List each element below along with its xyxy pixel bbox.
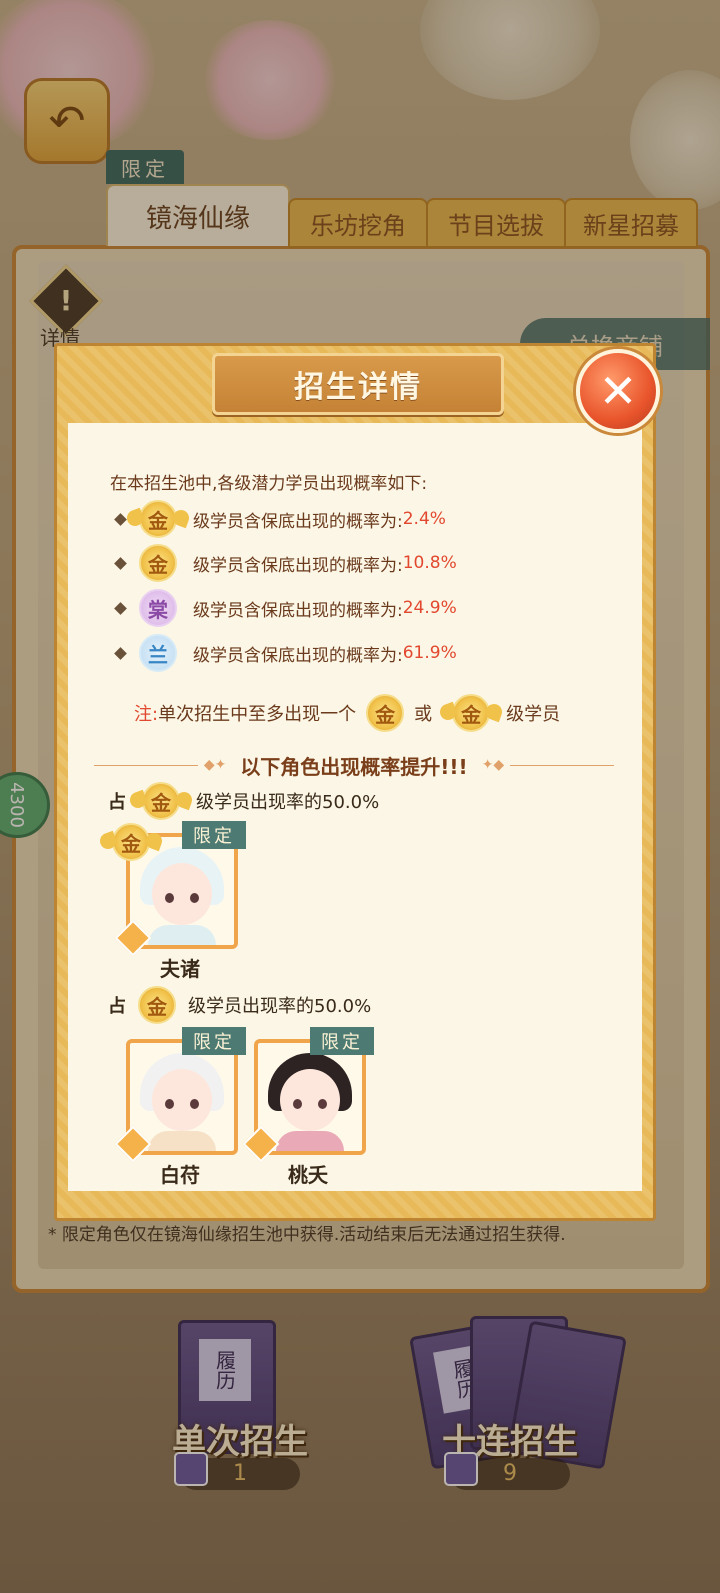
rate-up-divider: ◆✦ 以下角色出现概率提升!!! ✦◆ [94,755,614,779]
rate-label: 级学员含保底出现的概率为: [193,555,403,576]
note-or: 或 [414,704,433,725]
character-name: 白苻 [160,1163,200,1187]
ornament-icon: ◆✦ [203,757,227,773]
note-line: 注: 单次招生中至多出现一个 金 或 金 级学员 [134,693,560,733]
gold-tier-icon: 金 [366,694,405,732]
bullet-icon [114,512,127,526]
modal-title: 招生详情 [294,370,422,405]
share-text: 级学员出现率的50.0% [188,996,372,1017]
gold-tier-icon: 金 [138,986,176,1024]
portrait-eyes [165,893,199,903]
limited-tag: 限定 [310,1027,374,1055]
boost-share-row: 占 金 级学员出现率的50.0% [108,782,380,820]
portrait-eyes [165,1099,199,1109]
gold-winged-tier-icon: 金 [139,500,177,538]
recruit-details-modal: 招生详情 ✕ 在本招生池中,各级潜力学员出现概率如下: 金 级学员含保底出现的概… [54,343,660,1221]
bullet-icon [114,601,127,615]
portrait-eyes [293,1099,327,1109]
portrait-body [276,1131,344,1151]
rate-label: 级学员含保底出现的概率为: [193,511,403,532]
character-card-baifu[interactable]: 限定 白苻 [114,1027,246,1187]
close-x-icon: ✕ [598,364,638,418]
divider-line [510,764,614,766]
intro-text: 在本招生池中,各级潜力学员出现概率如下: [110,474,428,494]
purple-tier-icon: 棠 [139,589,177,627]
gold-winged-tier-icon: 金 [142,782,180,820]
gold-winged-tier-icon: 金 [112,823,150,861]
rate-row: 金 级学员含保底出现的概率为: 10.8% [114,543,457,583]
rate-row: 兰 级学员含保底出现的概率为: 61.9% [114,633,457,673]
rate-value: 61.9% [402,643,457,663]
rate-value: 24.9% [402,598,457,618]
modal-title-banner: 招生详情 [212,353,504,415]
bullet-icon [114,556,127,570]
divider-line [94,764,198,766]
limited-tag: 限定 [182,821,246,849]
bullet-icon [114,646,127,660]
portrait-body [148,1131,216,1151]
rate-row: 金 级学员含保底出现的概率为: 2.4% [114,499,446,539]
ornament-icon: ✦◆ [481,757,505,773]
note-suffix: 级学员 [506,704,561,725]
rate-label: 级学员含保底出现的概率为: [193,600,403,621]
rate-value: 10.8% [402,553,457,573]
portrait-body [148,925,216,945]
character-name: 夫诸 [160,957,200,981]
character-card-fuzhu[interactable]: 金 限定 夫诸 [112,821,246,981]
rate-up-title: 以下角色出现概率提升!!! [240,754,468,779]
character-name: 桃夭 [288,1163,328,1187]
share-prefix: 占 [108,792,126,813]
blue-tier-icon: 兰 [139,634,177,672]
rate-label: 级学员含保底出现的概率为: [193,645,403,666]
close-button[interactable]: ✕ [576,349,660,433]
character-card-taoyao[interactable]: 限定 桃夭 [242,1027,374,1187]
rate-value: 2.4% [402,509,446,529]
gold-winged-tier-icon: 金 [452,694,491,732]
limited-tag: 限定 [182,1027,246,1055]
note-text: 单次招生中至多出现一个 [158,704,357,725]
boost-share-row: 占 金 级学员出现率的50.0% [108,986,372,1024]
share-prefix: 占 [108,996,126,1017]
share-text: 级学员出现率的50.0% [196,792,380,813]
rate-row: 棠 级学员含保底出现的概率为: 24.9% [114,588,457,628]
gold-tier-icon: 金 [139,544,177,582]
note-prefix: 注: [134,704,159,725]
